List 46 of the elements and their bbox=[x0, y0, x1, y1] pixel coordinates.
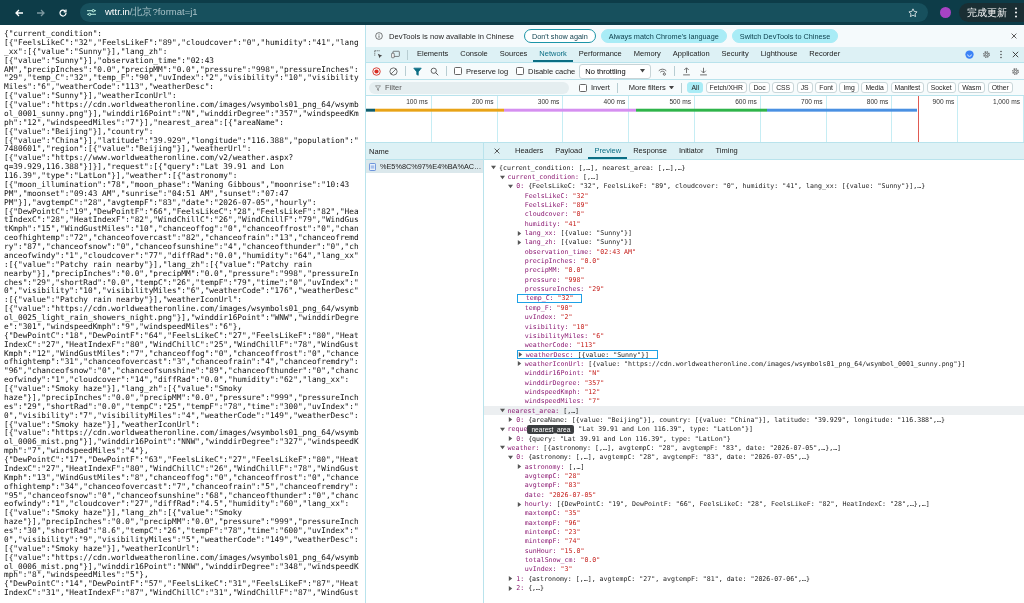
disclosure-triangle-icon[interactable] bbox=[516, 464, 522, 470]
info-icon bbox=[375, 32, 383, 40]
url-text: wttr.in/北京?format=j1 bbox=[105, 6, 199, 19]
disclosure-triangle-icon[interactable] bbox=[499, 408, 505, 414]
back-icon[interactable] bbox=[14, 7, 24, 18]
record-icon[interactable] bbox=[372, 66, 381, 76]
address-bar[interactable]: wttr.in/北京?format=j1 bbox=[80, 3, 928, 22]
disclosure-triangle-icon[interactable] bbox=[508, 183, 514, 189]
disclosure-triangle-icon[interactable] bbox=[508, 576, 514, 582]
disclosure-triangle-icon[interactable] bbox=[508, 436, 514, 442]
upload-icon[interactable] bbox=[681, 66, 691, 76]
disclosure-triangle-icon[interactable] bbox=[499, 174, 505, 180]
settings-icon[interactable] bbox=[1011, 66, 1020, 76]
disclosure-triangle-icon[interactable] bbox=[516, 501, 522, 507]
avatar[interactable] bbox=[940, 7, 951, 18]
reload-icon[interactable] bbox=[58, 7, 68, 18]
menu-icon[interactable] bbox=[1012, 3, 1024, 22]
close-icon[interactable] bbox=[493, 147, 501, 155]
caret-icon bbox=[668, 85, 674, 90]
disclosure-triangle-icon[interactable] bbox=[499, 445, 505, 451]
forward-icon[interactable] bbox=[36, 7, 46, 18]
disclosure-triangle-icon[interactable] bbox=[508, 585, 514, 591]
filter-icon bbox=[375, 84, 381, 91]
disclosure-triangle-icon[interactable] bbox=[516, 230, 522, 236]
site-info-icon[interactable] bbox=[86, 8, 97, 17]
update-button[interactable]: 完成更新 bbox=[959, 3, 1012, 22]
close-icon[interactable] bbox=[1011, 50, 1020, 59]
search-icon[interactable] bbox=[430, 66, 439, 76]
inspect-icon[interactable] bbox=[374, 50, 383, 59]
disclosure-triangle-icon[interactable] bbox=[491, 165, 496, 171]
download-icon[interactable] bbox=[698, 66, 708, 76]
disclosure-triangle-icon[interactable] bbox=[508, 454, 514, 460]
caret-icon bbox=[639, 69, 645, 73]
clear-icon[interactable] bbox=[389, 66, 398, 76]
disclosure-triangle-icon[interactable] bbox=[508, 417, 514, 423]
disclosure-triangle-icon[interactable] bbox=[516, 239, 522, 245]
disclosure-triangle-icon[interactable] bbox=[516, 361, 522, 367]
close-icon[interactable] bbox=[1010, 32, 1018, 40]
disclosure-triangle-icon[interactable] bbox=[517, 352, 523, 358]
settings-icon[interactable] bbox=[982, 50, 991, 59]
star-icon[interactable] bbox=[908, 7, 918, 18]
filter-icon[interactable] bbox=[413, 66, 422, 76]
device-icon[interactable] bbox=[391, 50, 400, 59]
network-conditions-icon[interactable] bbox=[657, 66, 667, 76]
document-icon bbox=[369, 162, 376, 171]
disclosure-triangle-icon[interactable] bbox=[499, 426, 505, 432]
